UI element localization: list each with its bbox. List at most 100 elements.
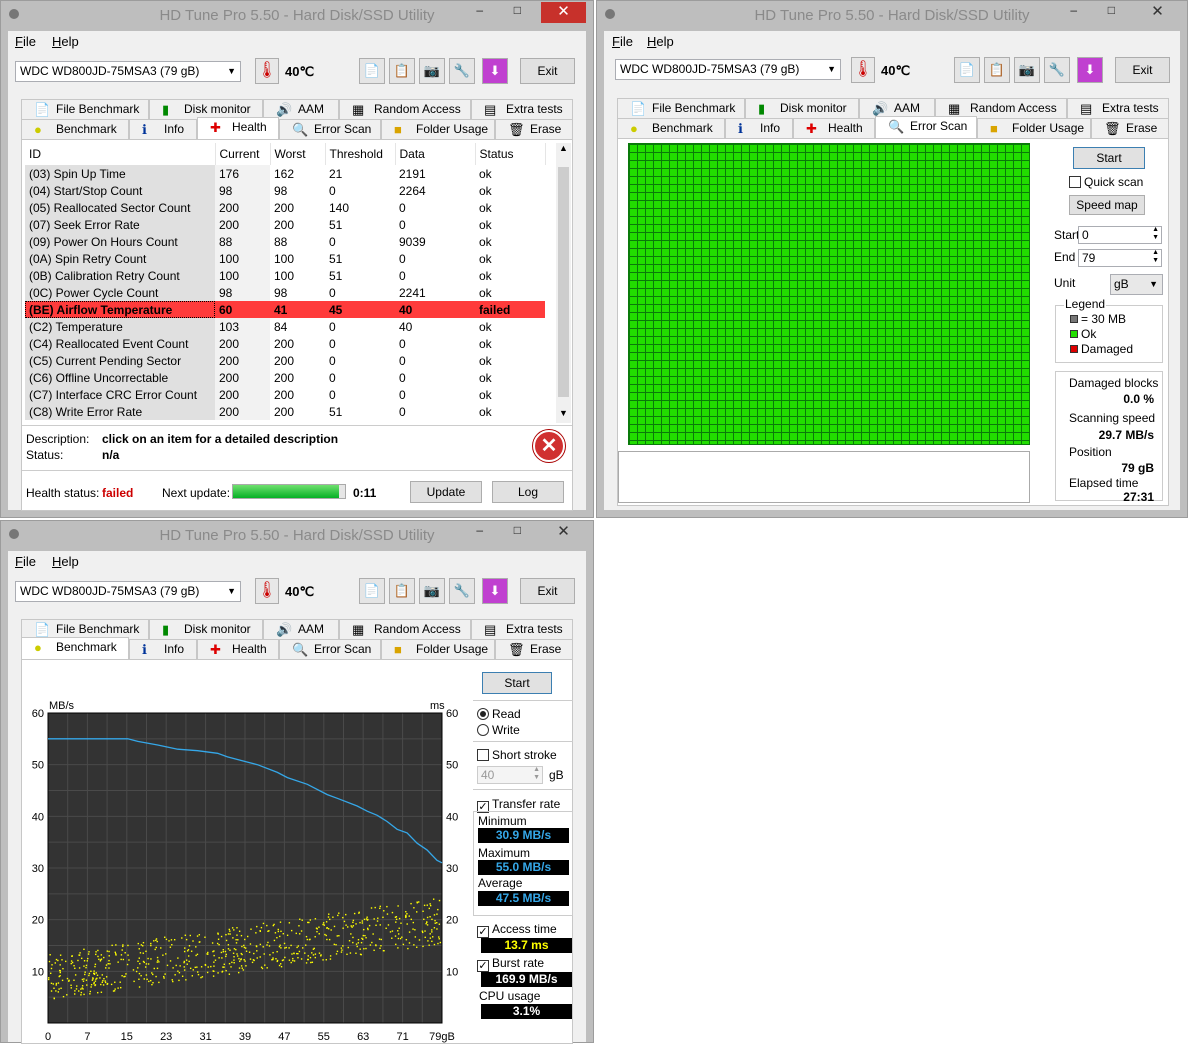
tab-erase[interactable]: 🗑 Erase <box>495 119 573 139</box>
scroll-down-icon[interactable]: ▼ <box>556 408 571 423</box>
menu-help[interactable]: Help <box>647 34 674 49</box>
screenshot-button[interactable]: 📷 <box>419 578 445 604</box>
tab-benchmark[interactable]: ● Benchmark <box>617 118 725 138</box>
minimize-button[interactable]: – <box>476 3 483 17</box>
table-row[interactable]: (05) Reallocated Sector Count 200 200 140 0 o… <box>25 199 545 216</box>
tab-folder-usage[interactable]: ■ Folder Usage <box>977 118 1091 138</box>
tab-info[interactable]: ℹ Info <box>725 118 793 138</box>
tab-extra-tests[interactable]: ▤ Extra tests <box>471 619 573 639</box>
scrollbar[interactable]: ▲ ▼ <box>556 143 571 423</box>
tab-extra-tests[interactable]: ▤ Extra tests <box>471 99 573 119</box>
table-row[interactable]: (0B) Calibration Retry Count 100 100 51 0 ok <box>25 267 545 284</box>
minimize-button[interactable]: – <box>1070 3 1077 17</box>
menu-file[interactable]: File <box>15 554 36 569</box>
table-row[interactable]: (0A) Spin Retry Count 100 100 51 0 ok <box>25 250 545 267</box>
maximize-button[interactable]: □ <box>1108 3 1115 17</box>
tab-disk-monitor[interactable]: ▮ Disk monitor <box>149 619 263 639</box>
table-row[interactable]: (C7) Interface CRC Error Count 200 200 0 0 ok <box>25 386 545 403</box>
menu-help[interactable]: Help <box>52 34 79 49</box>
checkbox-box[interactable] <box>477 749 489 761</box>
tab-health[interactable]: ✚ Health <box>197 639 279 659</box>
close-button[interactable]: ✕ <box>1135 2 1180 23</box>
table-row[interactable]: (04) Start/Stop Count 98 98 0 2264 ok <box>25 182 545 199</box>
start-input[interactable]: 0 ▲ ▼ <box>1078 226 1162 244</box>
short-stroke-input[interactable]: 40 ▲ ▼ <box>477 766 543 784</box>
maximize-button[interactable]: □ <box>514 523 521 537</box>
table-row[interactable]: (C4) Reallocated Event Count 200 200 0 0 ok <box>25 335 545 352</box>
column-header[interactable]: Status <box>475 143 546 165</box>
tab-random-access[interactable]: ▦ Random Access <box>339 99 471 119</box>
copy-info-button[interactable]: 📋 <box>984 57 1010 83</box>
close-button[interactable]: ✕ <box>541 2 586 23</box>
checkbox-box[interactable] <box>1069 176 1081 188</box>
spinner-icon[interactable]: ▲ ▼ <box>1152 249 1159 265</box>
menu-help[interactable]: Help <box>52 554 79 569</box>
exit-button[interactable]: Exit <box>520 58 575 84</box>
menu-file[interactable]: File <box>15 34 36 49</box>
tab-file-benchmark[interactable]: 📄 File Benchmark <box>21 99 149 119</box>
quick-scan-checkbox[interactable]: Quick scan <box>1069 175 1143 189</box>
close-button[interactable]: ✕ <box>541 522 586 543</box>
tab-benchmark[interactable]: ● Benchmark <box>21 119 129 139</box>
tab-erase[interactable]: 🗑 Erase <box>495 639 573 659</box>
tab-erase[interactable]: 🗑 Erase <box>1091 118 1169 138</box>
table-row[interactable]: (C8) Write Error Rate 200 200 51 0 ok <box>25 403 545 420</box>
copy-info-button[interactable]: 📋 <box>389 58 415 84</box>
copy-text-button[interactable]: 📄 <box>954 57 980 83</box>
table-row[interactable]: (C2) Temperature 103 84 0 40 ok <box>25 318 545 335</box>
tab-file-benchmark[interactable]: 📄 File Benchmark <box>617 98 745 118</box>
update-button[interactable]: Update <box>410 481 482 503</box>
exit-button[interactable]: Exit <box>520 578 575 604</box>
scroll-up-icon[interactable]: ▲ <box>556 143 571 158</box>
column-header[interactable]: Data <box>395 143 476 165</box>
menu-file[interactable]: File <box>612 34 633 49</box>
table-row[interactable]: (07) Seek Error Rate 200 200 51 0 ok <box>25 216 545 233</box>
log-button[interactable]: Log <box>492 481 564 503</box>
copy-info-button[interactable]: 📋 <box>389 578 415 604</box>
tab-random-access[interactable]: ▦ Random Access <box>935 98 1067 118</box>
column-header[interactable]: Worst <box>270 143 326 165</box>
table-row[interactable]: (C5) Current Pending Sector 200 200 0 0 ok <box>25 352 545 369</box>
start-button[interactable]: Start <box>482 672 552 694</box>
copy-text-button[interactable]: 📄 <box>359 578 385 604</box>
column-header[interactable]: Current <box>215 143 271 165</box>
exit-button[interactable]: Exit <box>1115 57 1170 83</box>
tab-folder-usage[interactable]: ■ Folder Usage <box>381 639 495 659</box>
table-row[interactable]: (BE) Airflow Temperature 60 41 45 40 failed <box>25 301 545 318</box>
table-row[interactable]: (03) Spin Up Time 176 162 21 2191 ok <box>25 165 545 182</box>
tab-info[interactable]: ℹ Info <box>129 119 197 139</box>
write-radio[interactable]: Write <box>477 723 520 737</box>
start-button[interactable]: Start <box>1073 147 1145 169</box>
tab-benchmark[interactable]: ● Benchmark <box>21 637 129 659</box>
short-stroke-checkbox[interactable]: Short stroke <box>477 748 557 762</box>
speed-map-button[interactable]: Speed map <box>1069 195 1145 215</box>
save-button[interactable]: ⬇ <box>482 58 508 84</box>
tab-folder-usage[interactable]: ■ Folder Usage <box>381 119 495 139</box>
spinner-icon[interactable]: ▲ ▼ <box>533 766 540 782</box>
options-button[interactable]: 🔧 <box>449 578 475 604</box>
tab-error-scan[interactable]: 🔍 Error Scan <box>875 116 977 138</box>
drive-select[interactable]: WDC WD800JD-75MSA3 (79 gB) ▼ <box>615 59 841 80</box>
end-input[interactable]: 79 ▲ ▼ <box>1078 249 1162 267</box>
drive-select[interactable]: WDC WD800JD-75MSA3 (79 gB) ▼ <box>15 581 241 602</box>
save-button[interactable]: ⬇ <box>1077 57 1103 83</box>
tab-disk-monitor[interactable]: ▮ Disk monitor <box>149 99 263 119</box>
scrollbar-thumb[interactable] <box>558 167 569 397</box>
read-radio[interactable]: Read <box>477 707 521 721</box>
tab-random-access[interactable]: ▦ Random Access <box>339 619 471 639</box>
tab-extra-tests[interactable]: ▤ Extra tests <box>1067 98 1169 118</box>
maximize-button[interactable]: □ <box>514 3 521 17</box>
column-header[interactable]: Threshold <box>325 143 396 165</box>
checkbox-box[interactable]: ✓ <box>477 926 489 938</box>
tab-aam[interactable]: 🔊 AAM <box>263 99 339 119</box>
tab-info[interactable]: ℹ Info <box>129 639 197 659</box>
checkbox-box[interactable]: ✓ <box>477 960 489 972</box>
burst-rate-checkbox[interactable]: ✓ Burst rate <box>477 956 544 972</box>
unit-select[interactable]: gB ▼ <box>1110 274 1163 295</box>
tab-error-scan[interactable]: 🔍 Error Scan <box>279 119 381 139</box>
save-button[interactable]: ⬇ <box>482 578 508 604</box>
radio-button[interactable] <box>477 708 489 720</box>
access-time-checkbox[interactable]: ✓ Access time <box>477 922 557 938</box>
drive-select[interactable]: WDC WD800JD-75MSA3 (79 gB) ▼ <box>15 61 241 82</box>
table-row[interactable]: (09) Power On Hours Count 88 88 0 9039 ok <box>25 233 545 250</box>
